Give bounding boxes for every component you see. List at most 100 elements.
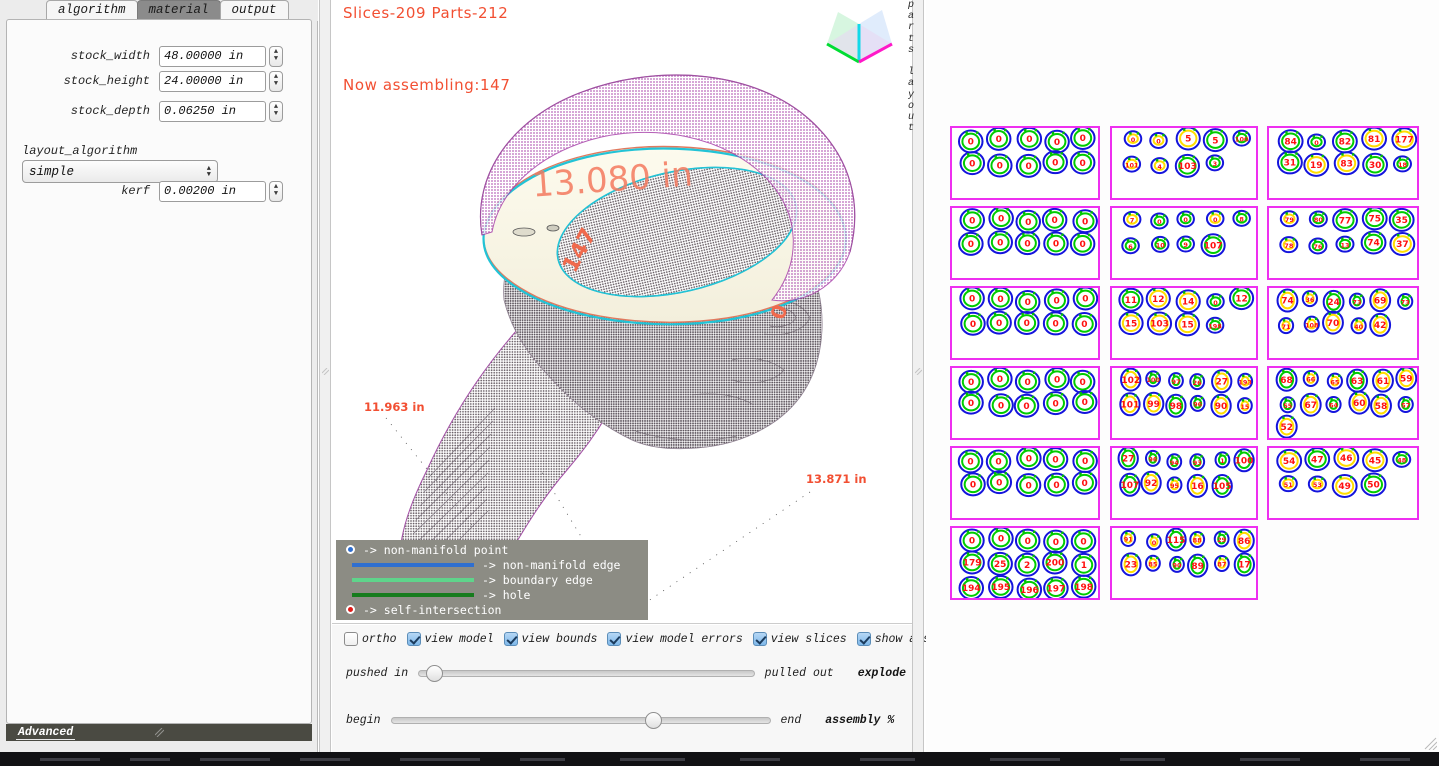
parts-sheet[interactable]: 68666563615955676460585752 — [1267, 366, 1419, 440]
assembly-slider[interactable] — [391, 717, 771, 724]
field-kerf: kerf ▲ ▼ — [11, 180, 283, 202]
axis-orientation-gizmo[interactable] — [822, 4, 897, 66]
resize-grip-icon[interactable] — [155, 728, 164, 737]
stepper-stock-height[interactable]: ▲ ▼ — [269, 71, 283, 92]
parts-sheet[interactable]: 910115882986238590898717 — [1110, 526, 1258, 600]
window-resize-grip-icon[interactable] — [1424, 737, 1437, 750]
registration-dot — [1180, 558, 1182, 560]
registration-dot — [1155, 134, 1157, 136]
part-number: 86 — [1238, 537, 1251, 547]
explode-slider[interactable] — [418, 670, 755, 677]
parts-sheet[interactable]: 0000000000 — [950, 206, 1100, 280]
registration-dot — [1062, 369, 1064, 371]
assembly-slider-row: begin end assembly % — [346, 714, 906, 727]
parts-sheet[interactable]: 84082811773119833018 — [1267, 126, 1419, 200]
registration-dot — [1126, 290, 1128, 292]
checkbox-box-icon — [407, 632, 421, 646]
sheet-nesting-render: 000001792522001194195196197198 — [952, 528, 1098, 598]
registration-dot — [1189, 212, 1191, 214]
parts-sheet[interactable]: 0000000000 — [950, 366, 1100, 440]
part-number: 0 — [996, 478, 1002, 488]
part-number: 0 — [998, 401, 1004, 411]
part-number: 64 — [1329, 402, 1339, 410]
registration-dot — [1370, 450, 1372, 452]
registration-dot — [1077, 372, 1079, 374]
chevron-updown-icon: ▲▼ — [207, 166, 211, 178]
registration-dot — [1285, 131, 1287, 133]
registration-dot — [1006, 289, 1008, 291]
parts-sheet[interactable]: 0000000000 — [950, 446, 1100, 520]
registration-dot — [1247, 288, 1249, 290]
checkbox-view-model[interactable]: view model — [407, 632, 494, 646]
registration-dot — [1291, 417, 1293, 419]
input-kerf[interactable] — [159, 181, 266, 202]
part-number: 0 — [1152, 539, 1157, 547]
stepper-stock-depth[interactable]: ▲ ▼ — [269, 101, 283, 122]
tab-output[interactable]: output — [220, 0, 289, 21]
parts-sheet[interactable]: 79807775357876137437 — [1267, 206, 1419, 280]
non-manifold-edge-icon — [352, 563, 474, 567]
assembly-percent-button[interactable]: assembly % — [825, 714, 894, 727]
parts-sheet[interactable]: 1021009726271931019998969015 — [1110, 366, 1258, 440]
checkbox-view-slices[interactable]: view slices — [753, 632, 847, 646]
registration-dot — [1156, 214, 1158, 216]
input-stock-width[interactable] — [159, 46, 266, 67]
registration-dot — [1285, 398, 1287, 400]
part-number: 0 — [1082, 295, 1088, 305]
splitter-left[interactable] — [319, 0, 331, 752]
registration-dot — [1183, 291, 1185, 293]
parts-sheet[interactable]: 74362473697371108704042 — [1267, 286, 1419, 360]
registration-dot — [1238, 132, 1240, 134]
registration-dot — [1006, 395, 1008, 397]
registration-dot — [1397, 234, 1399, 236]
part-number: 197 — [1047, 584, 1066, 594]
registration-dot — [1221, 130, 1223, 132]
registration-dot — [1403, 398, 1405, 400]
registration-dot — [1219, 557, 1221, 559]
parts-sheet[interactable]: 1112140121510315198 — [1110, 286, 1258, 360]
tab-material[interactable]: material — [137, 0, 221, 21]
part-number: 0 — [1025, 218, 1031, 228]
registration-dot — [1289, 319, 1291, 321]
registration-dot — [976, 131, 978, 133]
parts-sheet[interactable]: 544746454851534950 — [1267, 446, 1419, 520]
parts-sheet[interactable]: 700086109107 — [1110, 206, 1258, 280]
explode-button[interactable]: explode — [858, 667, 906, 680]
checkbox-ortho[interactable]: ortho — [344, 632, 397, 646]
part-number: 50 — [1367, 481, 1380, 491]
sheet-nesting-render: 79807775357876137437 — [1269, 208, 1417, 278]
viewport-controls: ortho view model view bounds view model … — [332, 625, 914, 752]
tab-algorithm[interactable]: algorithm — [46, 0, 138, 21]
registration-dot — [1406, 453, 1408, 455]
vertical-tab-parts-layout[interactable]: parts layout — [903, 0, 919, 134]
parts-sheet[interactable]: 000001792522001194195196197198 — [950, 526, 1100, 600]
sheet-nesting-render: 910115882986238590898717 — [1112, 528, 1256, 598]
sheet-nesting-render: 0000000000 — [952, 368, 1098, 438]
registration-dot — [1156, 159, 1158, 161]
parts-sheet[interactable]: 005510010141033 — [1110, 126, 1258, 200]
parts-sheet[interactable]: 0000000000 — [950, 126, 1100, 200]
registration-dot — [1023, 156, 1025, 158]
registration-dot — [1236, 288, 1238, 290]
registration-dot — [1090, 473, 1092, 475]
explode-slider-knob[interactable] — [426, 665, 443, 682]
registration-dot — [1313, 292, 1315, 294]
stepper-kerf[interactable]: ▲ ▼ — [269, 181, 283, 202]
checkbox-view-model-errors[interactable]: view model errors — [607, 632, 742, 646]
input-stock-height[interactable] — [159, 71, 266, 92]
registration-dot — [1156, 372, 1158, 374]
assembly-slider-knob[interactable] — [645, 712, 662, 729]
registration-dot — [1126, 394, 1128, 396]
registration-dot — [977, 552, 979, 554]
checkbox-view-bounds[interactable]: view bounds — [504, 632, 598, 646]
registration-dot — [996, 208, 998, 210]
parts-sheet[interactable]: 279694931100107929516105 — [1110, 446, 1258, 520]
splitter-grip-icon — [322, 368, 329, 375]
parts-layout-pane[interactable]: 0000000000005510010141033840828117731198… — [926, 0, 1439, 752]
sheet-nesting-render: 1021009726271931019998969015 — [1112, 368, 1256, 438]
input-stock-depth[interactable] — [159, 101, 266, 122]
parts-sheet[interactable]: 0000000000 — [950, 286, 1100, 360]
stepper-stock-width[interactable]: ▲ ▼ — [269, 46, 283, 67]
model-viewport-3d[interactable]: Slices-209 Parts-212 Now assembling:147 … — [332, 0, 914, 624]
legend-label: -> non-manifold point — [363, 543, 508, 557]
